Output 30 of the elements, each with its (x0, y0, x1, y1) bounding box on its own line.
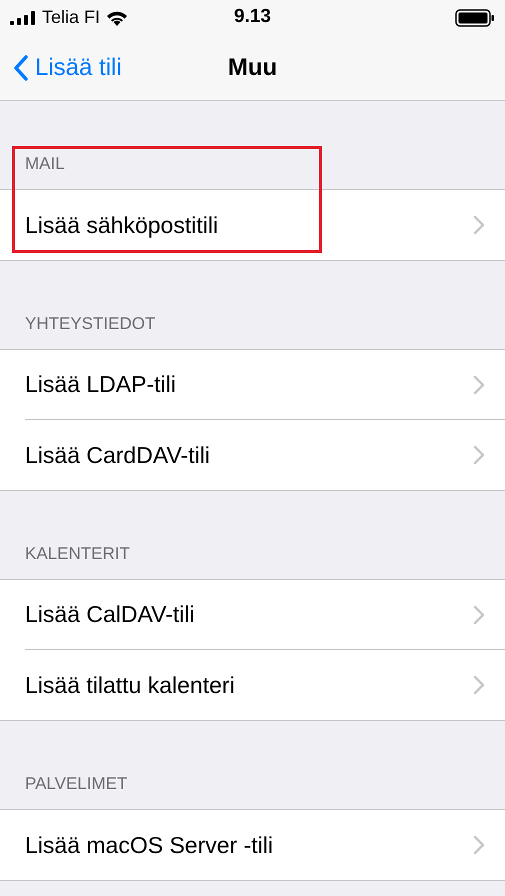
status-time: 9.13 (234, 5, 271, 30)
chevron-icon (473, 215, 485, 235)
row-label: Lisää tilattu kalenteri (25, 670, 235, 700)
section-header: KALENTERIT (25, 542, 130, 564)
battery-icon (454, 8, 495, 26)
carrier-name: Telia FI (42, 6, 100, 29)
list-row[interactable]: Lisää LDAP-tili (0, 350, 505, 420)
chevron-icon (473, 604, 485, 624)
chevron-icon (473, 374, 485, 394)
list-row[interactable]: Lisää tilattu kalenteri (0, 650, 505, 720)
row-label: Lisää macOS Server -tili (25, 830, 273, 860)
chevron-icon (473, 835, 485, 855)
list-row[interactable]: Lisää CardDAV-tili (0, 420, 505, 490)
row-label: Lisää CardDAV-tili (25, 440, 210, 470)
row-label: Lisää sähköpostitili (25, 210, 218, 240)
section-header: MAIL (25, 152, 65, 174)
list-row[interactable]: Lisää sähköpostitili (0, 190, 505, 260)
list-row[interactable]: Lisää CalDAV-tili (0, 580, 505, 650)
row-label: Lisää CalDAV-tili (25, 600, 195, 630)
section-header: PALVELIMET (25, 772, 128, 794)
back-button[interactable]: Lisää tili (0, 50, 122, 86)
section-header: YHTEYSTIEDOT (25, 312, 156, 334)
chevron-icon (473, 445, 485, 465)
signal-icon (10, 10, 36, 24)
nav-title: Muu (228, 52, 278, 82)
row-label: Lisää LDAP-tili (25, 370, 176, 400)
chevron-icon (473, 675, 485, 695)
wifi-icon (106, 10, 128, 26)
list-row[interactable]: Lisää macOS Server -tili (0, 810, 505, 880)
back-chevron-icon (14, 54, 29, 80)
